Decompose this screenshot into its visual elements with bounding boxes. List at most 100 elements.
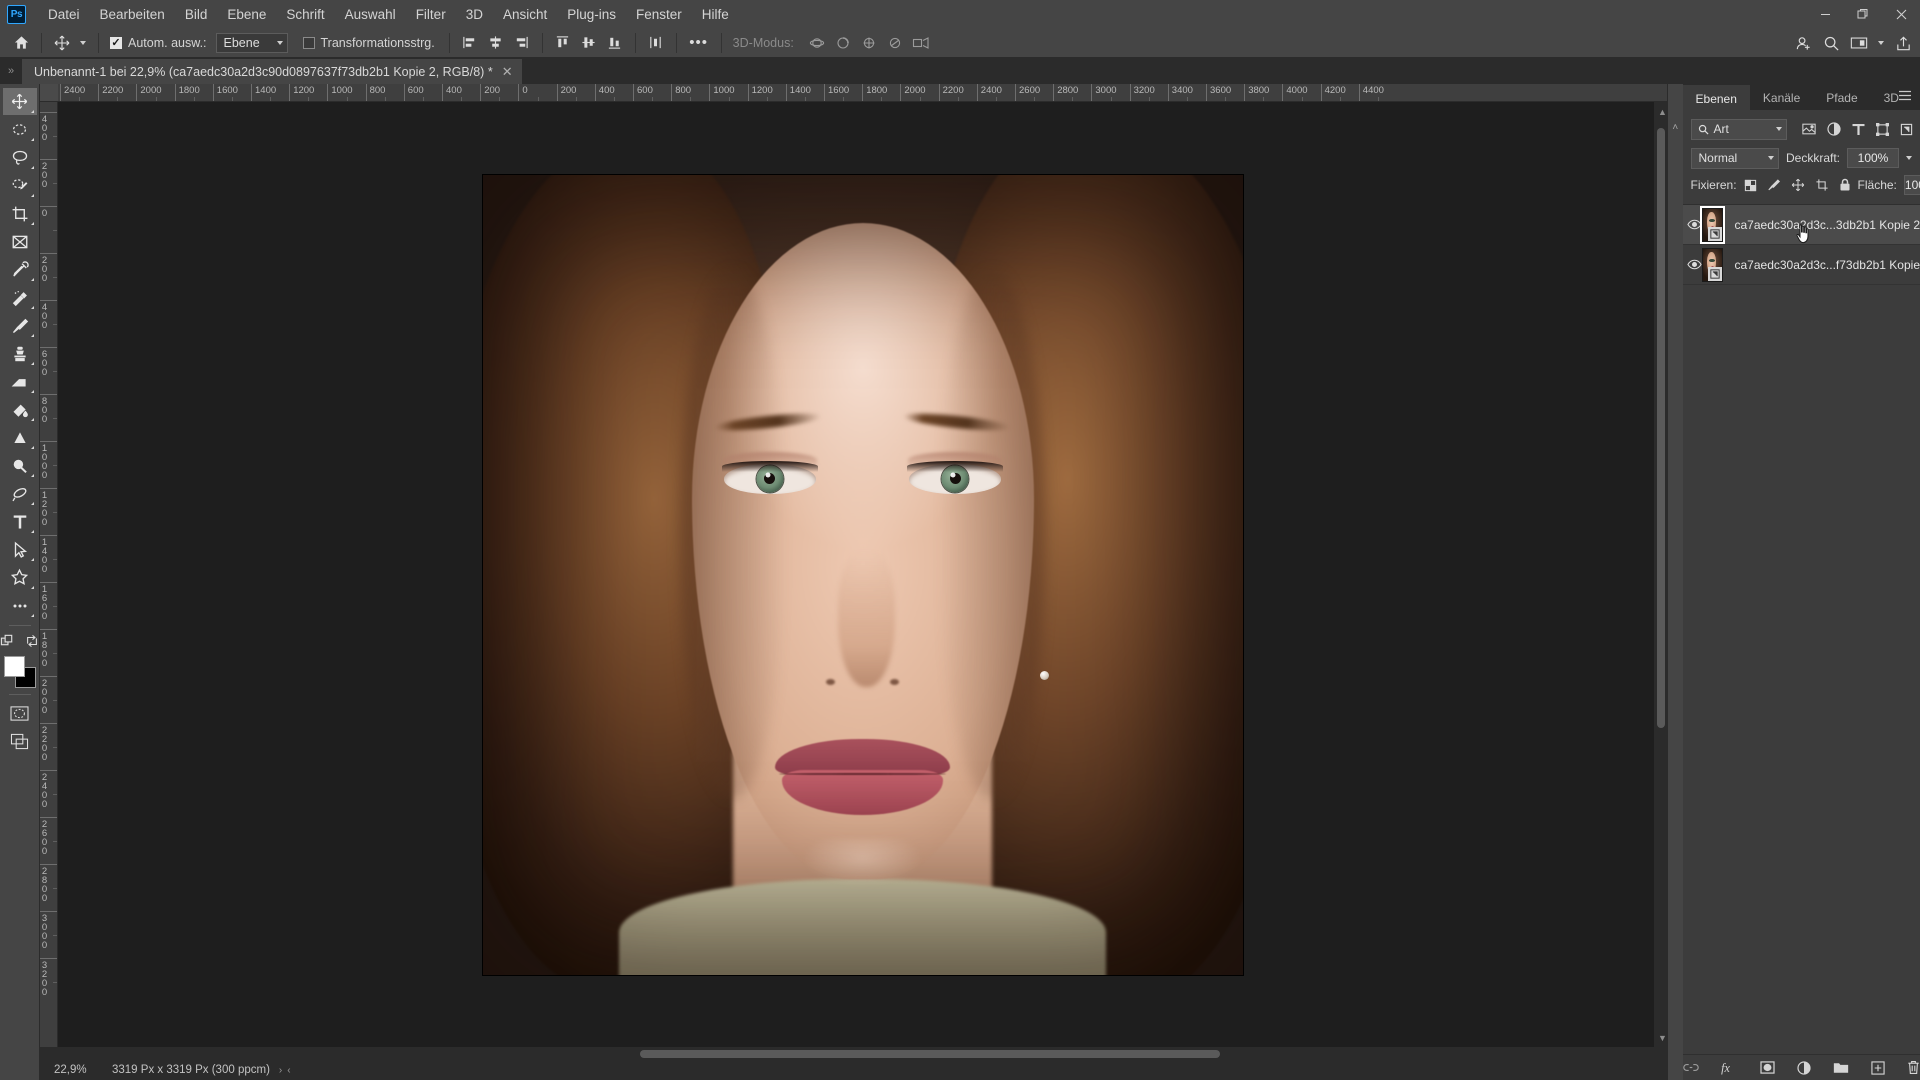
roll-3d-icon[interactable]	[830, 32, 856, 54]
pixel-filter-icon[interactable]	[1801, 123, 1816, 135]
workspace-icon[interactable]	[1846, 32, 1872, 54]
lock-artboard-icon[interactable]	[1815, 178, 1829, 192]
slide-3d-icon[interactable]	[882, 32, 908, 54]
delete-layer-icon[interactable]	[1907, 1060, 1920, 1075]
new-group-icon[interactable]	[1833, 1061, 1849, 1074]
quick-selection-tool[interactable]	[3, 172, 37, 199]
lasso-tool[interactable]	[3, 144, 37, 171]
layer-visibility-toggle[interactable]	[1686, 219, 1702, 230]
type-tool[interactable]	[3, 508, 37, 535]
panel-expand-icon[interactable]: »	[0, 58, 22, 84]
auto-select-checkbox[interactable]: Autom. ausw.:	[110, 36, 207, 50]
menu-item-auswahl[interactable]: Auswahl	[335, 3, 406, 26]
layer-style-fx-icon[interactable]: fx	[1721, 1061, 1738, 1075]
swap-colors-icon[interactable]	[25, 634, 39, 648]
collapse-chevron-icon[interactable]: ˄	[1668, 122, 1683, 133]
lock-all-icon[interactable]	[1839, 178, 1851, 192]
transform-controls-checkbox[interactable]: Transformationsstrg.	[302, 36, 435, 50]
document-tab[interactable]: Unbenannt-1 bei 22,9% (ca7aedc30a2d3c90d…	[22, 59, 523, 84]
lock-image-icon[interactable]	[1767, 178, 1781, 192]
layer-mask-icon[interactable]	[1760, 1061, 1775, 1074]
home-icon[interactable]	[8, 32, 34, 54]
auto-select-scope-dropdown[interactable]: Ebene	[215, 32, 288, 53]
pan-3d-icon[interactable]	[856, 32, 882, 54]
menu-item-filter[interactable]: Filter	[406, 3, 456, 26]
panel-tab-ebenen[interactable]: Ebenen	[1682, 85, 1750, 110]
frame-tool[interactable]	[3, 228, 37, 255]
align-center-horizontal-icon[interactable]	[483, 32, 509, 54]
gradient-tool[interactable]	[3, 396, 37, 423]
panel-tab-pfade[interactable]: Pfade	[1813, 85, 1870, 110]
menu-item-bearbeiten[interactable]: Bearbeiten	[90, 3, 175, 26]
shape-tool[interactable]	[3, 564, 37, 591]
maximize-restore-button[interactable]	[1844, 0, 1882, 28]
layer-row[interactable]: ca7aedc30a2d3c...f73db2b1 Kopie	[1682, 245, 1920, 285]
type-filter-icon[interactable]	[1852, 123, 1865, 136]
tool-preset-chevron-icon[interactable]	[75, 32, 91, 54]
menu-item-ansicht[interactable]: Ansicht	[493, 3, 557, 26]
image-canvas[interactable]	[482, 174, 1243, 975]
pen-tool[interactable]	[3, 480, 37, 507]
opacity-chevron-down-icon[interactable]	[1906, 156, 1912, 160]
share-user-icon[interactable]	[1790, 32, 1816, 54]
align-bottom-icon[interactable]	[602, 32, 628, 54]
smart-object-filter-icon[interactable]	[1900, 123, 1913, 136]
align-center-vertical-icon[interactable]	[576, 32, 602, 54]
menu-item-plug-ins[interactable]: Plug-ins	[557, 3, 626, 26]
layer-visibility-toggle[interactable]	[1686, 259, 1702, 270]
screen-mode-icon[interactable]	[3, 728, 37, 755]
align-top-icon[interactable]	[550, 32, 576, 54]
blur-tool[interactable]	[3, 424, 37, 451]
layer-thumbnail[interactable]	[1701, 247, 1723, 282]
eraser-tool[interactable]	[3, 368, 37, 395]
canvas-stage[interactable]: ▲ ▼	[58, 102, 1667, 1047]
fill-input[interactable]: 100%	[1903, 175, 1920, 195]
panel-menu-icon[interactable]	[1898, 90, 1912, 101]
move-tool-icon[interactable]	[49, 32, 75, 54]
link-layers-icon[interactable]	[1683, 1062, 1699, 1073]
foreground-color-swatch[interactable]	[3, 656, 25, 677]
layer-filter-type-dropdown[interactable]: Art	[1690, 118, 1787, 140]
new-layer-icon[interactable]	[1871, 1060, 1885, 1075]
crop-tool[interactable]	[3, 200, 37, 227]
brush-tool[interactable]	[3, 312, 37, 339]
search-icon[interactable]	[1818, 32, 1844, 54]
panel-collapse-strip[interactable]: ˄	[1668, 84, 1683, 1080]
eyedropper-tool[interactable]	[3, 256, 37, 283]
orbit-3d-icon[interactable]	[804, 32, 830, 54]
panel-tab-kan-le[interactable]: Kanäle	[1750, 85, 1813, 110]
adjustment-filter-icon[interactable]	[1826, 122, 1841, 136]
lock-transparency-icon[interactable]	[1744, 179, 1757, 192]
more-tools[interactable]	[3, 592, 37, 619]
layer-row[interactable]: ca7aedc30a2d3c...3db2b1 Kopie 2	[1682, 205, 1920, 245]
menu-item-hilfe[interactable]: Hilfe	[692, 3, 739, 26]
edit-toolbar-icon[interactable]	[0, 633, 15, 648]
canvas-horizontal-scrollbar[interactable]	[40, 1047, 1667, 1060]
status-zoom-level[interactable]: 22,9%	[40, 1064, 102, 1076]
menu-item-bild[interactable]: Bild	[175, 3, 218, 26]
shape-filter-icon[interactable]	[1875, 122, 1889, 136]
minimize-button[interactable]	[1806, 0, 1844, 28]
scroll-down-arrow-icon[interactable]: ▼	[1658, 1033, 1667, 1043]
distribute-icon[interactable]	[643, 32, 669, 54]
quick-mask-icon[interactable]	[3, 700, 37, 727]
menu-item-datei[interactable]: Datei	[38, 3, 90, 26]
align-left-icon[interactable]	[457, 32, 483, 54]
move-tool[interactable]	[2, 88, 37, 115]
blend-mode-dropdown[interactable]: Normal	[1690, 147, 1779, 169]
scale-3d-icon[interactable]	[908, 32, 934, 54]
clone-stamp-tool[interactable]	[3, 340, 37, 367]
menu-item-fenster[interactable]: Fenster	[626, 3, 692, 26]
scrollbar-thumb[interactable]	[1657, 128, 1665, 728]
layer-thumbnail[interactable]	[1699, 205, 1725, 244]
horizontal-ruler[interactable]: 2400 2200 2000 1800 1600 1400 1200 1000 800 600 40…	[40, 84, 1667, 102]
adjustment-layer-icon[interactable]	[1797, 1060, 1811, 1075]
chevron-down-icon[interactable]	[1874, 32, 1888, 54]
close-button[interactable]	[1882, 0, 1920, 28]
scroll-up-arrow-icon[interactable]: ▲	[1658, 107, 1667, 117]
dodge-tool[interactable]	[3, 452, 37, 479]
healing-brush-tool[interactable]	[3, 284, 37, 311]
lock-position-icon[interactable]	[1791, 178, 1805, 192]
status-collapse-arrow-icon[interactable]: ‹	[287, 1065, 290, 1076]
marquee-tool[interactable]	[3, 116, 37, 143]
